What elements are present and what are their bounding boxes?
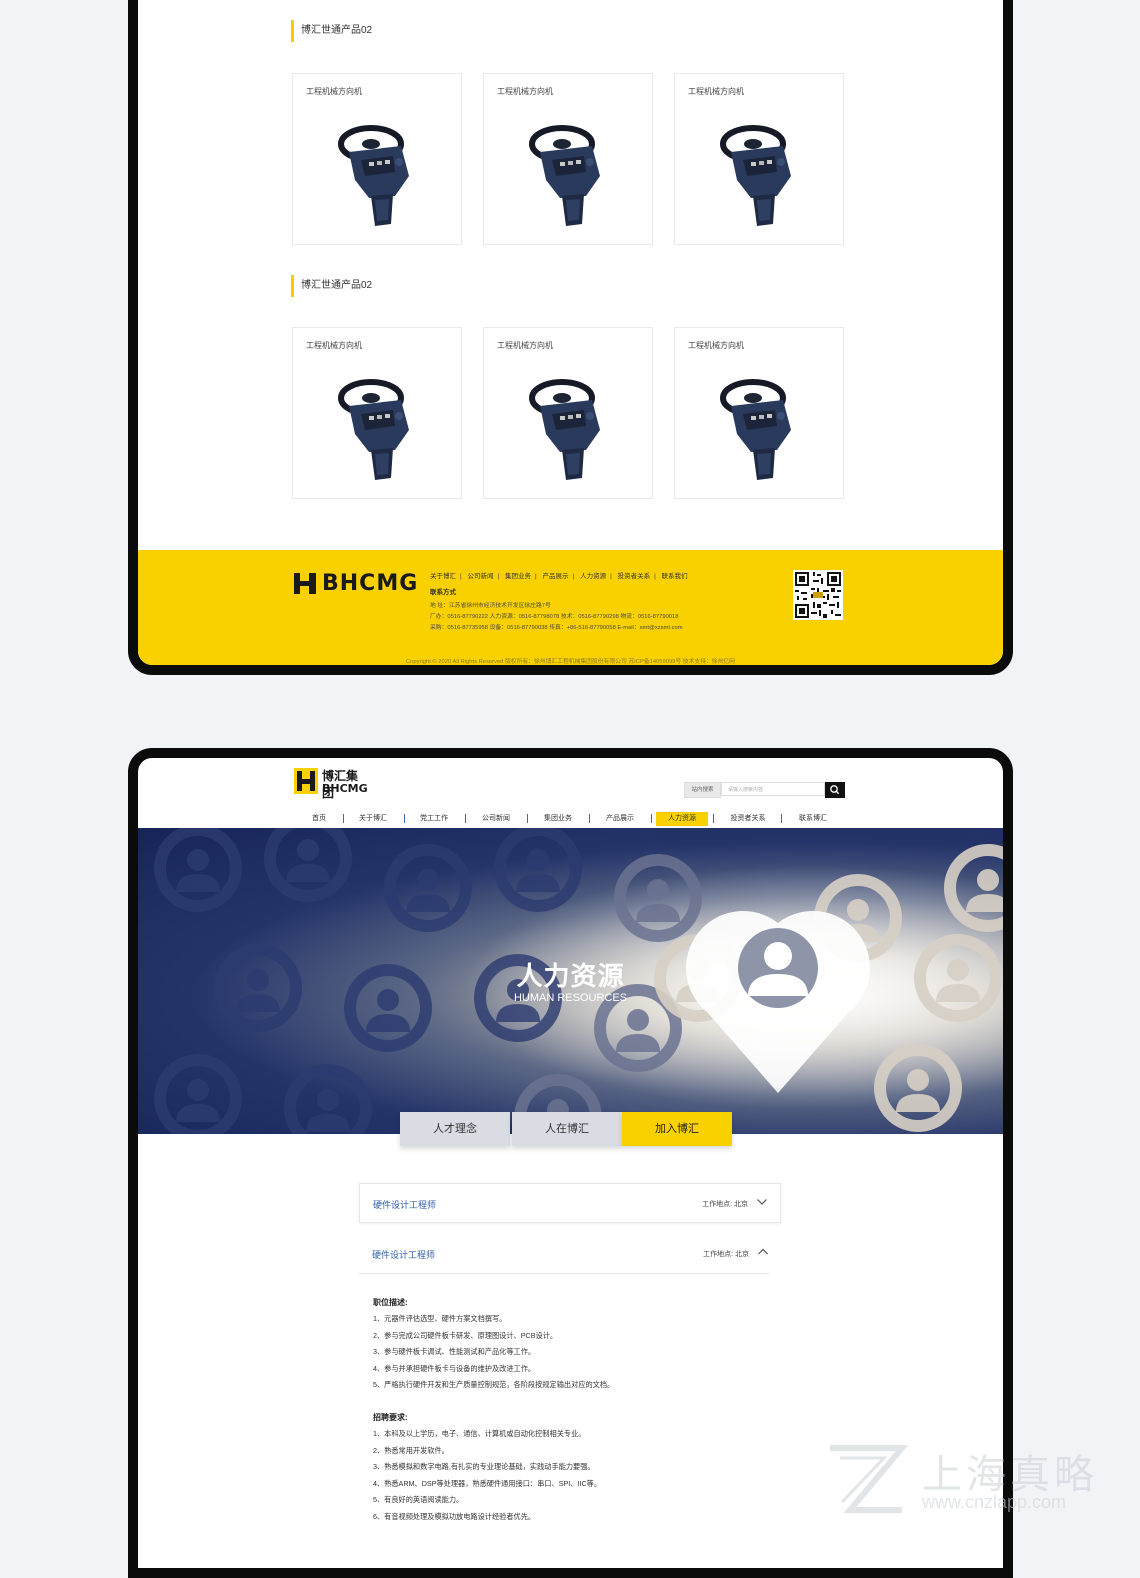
footer-copyright: Copyright © 2020 All Rights Reserved 版权所… [406,659,735,665]
duty-line: 3、参与硬件板卡调试、性能测试和产品化等工作。 [373,1347,536,1356]
steering-unit-image [529,125,600,226]
duty-line: 2、参与完成公司硬件板卡研发、原理图设计、PCB设计。 [373,1331,558,1340]
requirement-line: 4、熟悉ARM、DSP等处理器，熟悉硬件通用接口：串口、SPI、IIC等。 [373,1479,602,1488]
product-caption: 工程机械方向机 [497,87,553,96]
watermark-url: www.cnzlapp.com [922,1492,1067,1512]
nav-item-party[interactable]: 党工工作 [414,812,454,826]
product-card[interactable]: 工程机械方向机 [674,327,844,499]
footer-address: 地 址：江苏省徐州市经济技术开发区徐庄路7号 [430,603,551,609]
tab-join-bohui[interactable]: 加入博汇 [622,1112,732,1146]
job-title[interactable]: 硬件设计工程师 [373,1198,436,1211]
requirement-line: 2、熟悉常用开发软件。 [373,1446,449,1455]
steering-unit-image [338,379,409,480]
tab-life-at-bohui[interactable]: 人在博汇 [512,1112,622,1146]
product-card[interactable]: 工程机械方向机 [483,327,653,499]
qr-code-icon [793,570,843,620]
nav-item-home[interactable]: 首页 [304,812,334,826]
section-title: 博汇世通产品02 [291,20,372,42]
footer-phones: 厂办：0516-87790222 人力资源：0516-87798078 技术：0… [430,614,679,620]
footer-nav-item[interactable]: 产品展示 [543,573,569,580]
job-location: 工作地点: 北京 [702,1201,748,1208]
job-accordion-item[interactable]: 硬件设计工程师 工作地点: 北京 [359,1183,781,1223]
product-card[interactable]: 工程机械方向机 [292,327,462,499]
logo-en-text: BHCMG [322,782,368,795]
product-caption: 工程机械方向机 [497,341,553,350]
job-title[interactable]: 硬件设计工程师 [372,1248,435,1261]
bhcmg-logo-icon [292,570,318,596]
nav-item-products[interactable]: 产品展示 [600,812,640,826]
product-page-frame: 博汇世通产品02 工程机械方向机 工程机械方向机 工程机械方向机 博汇世通产品0… [128,0,1013,675]
footer-nav-item[interactable]: 公司新闻 [468,573,494,580]
duty-heading: 职位描述: [373,1298,408,1307]
product-caption: 工程机械方向机 [306,87,362,96]
product-caption: 工程机械方向机 [688,87,744,96]
duty-line: 1、元器件评估选型、硬件方案文档撰写。 [373,1314,507,1323]
section-title: 博汇世通产品02 [291,275,372,297]
chevron-up-icon[interactable] [757,1246,769,1258]
search-input[interactable]: 请输入搜索内容 [721,782,825,796]
tab-talent-philosophy[interactable]: 人才理念 [400,1112,510,1146]
product-card[interactable]: 工程机械方向机 [483,73,653,245]
watermark: 上海真略 www.cnzlapp.com [822,1440,1122,1520]
requirement-line: 1、本科及以上学历，电子、通信、计算机或自动化控制相关专业。 [373,1429,586,1438]
footer-nav-item[interactable]: 集团业务 [505,573,531,580]
nav-item-contact[interactable]: 联系博汇 [793,812,833,826]
footer-logo[interactable]: BHCMG [292,570,418,596]
duty-line: 5、严格执行硬件开发和生产质量控制规范，各阶段按规定输出对应的文档。 [373,1380,615,1389]
footer-nav-item[interactable]: 人力资源 [580,573,606,580]
product-card[interactable]: 工程机械方向机 [292,73,462,245]
footer-nav: 关于博汇 | 公司新闻 | 集团业务 | 产品展示 | 人力资源 | 投资者关系 | 联系我… [430,573,688,580]
requirement-line: 5、有良好的英语阅读能力。 [373,1495,464,1504]
nav-item-about[interactable]: 关于博汇 [353,812,393,826]
nav-item-hr[interactable]: 人力资源 [656,812,708,826]
requirement-line: 6、有音视频处理及模拟功放电路设计经验者优先。 [373,1512,536,1521]
steering-unit-image [720,379,791,480]
job-accordion-item-expanded[interactable]: 硬件设计工程师 工作地点: 北京 [359,1234,769,1274]
zl-logo-icon [830,1445,909,1513]
job-location: 工作地点: 北京 [703,1251,749,1258]
footer-contact-title: 联系方式 [430,589,456,596]
requirement-heading: 招聘要求: [373,1413,408,1422]
product-caption: 工程机械方向机 [688,341,744,350]
steering-unit-image [529,379,600,480]
footer-phones: 采购：0516-87735958 设备：0516-87790038 传真：+86… [430,625,683,631]
footer-nav-item[interactable]: 联系我们 [662,573,688,580]
nav-item-investors[interactable]: 投资者关系 [723,812,773,826]
product-caption: 工程机械方向机 [306,341,362,350]
banner-title: 人力资源 [516,961,625,991]
chevron-down-icon[interactable] [756,1196,768,1208]
requirement-line: 3、熟悉模拟和数字电路,有扎实的专业理论基础，实践动手能力要强。 [373,1462,595,1471]
steering-unit-image [338,125,409,226]
footer-nav-item[interactable]: 关于博汇 [430,573,456,580]
footer-logo-text: BHCMG [322,570,419,596]
nav-item-business[interactable]: 集团业务 [538,812,578,826]
site-logo[interactable]: 博汇集团 BHCMG [294,766,368,801]
search-button[interactable] [825,782,845,798]
main-nav: 首页 关于博汇 党工工作 公司新闻 集团业务 产品展示 人力资源 投资者关系 联… [138,810,1003,828]
footer-nav-item[interactable]: 投资者关系 [618,573,651,580]
banner-subtitle: HUMAN RESOURCES [513,992,628,1004]
nav-item-news[interactable]: 公司新闻 [476,812,516,826]
duty-line: 4、参与并承担硬件板卡与设备的维护及改进工作。 [373,1364,536,1373]
site-footer: BHCMG 关于博汇 | 公司新闻 | 集团业务 | 产品展示 | 人力资源 | 投资者关… [138,550,1003,665]
hero-banner: 人力资源 HUMAN RESOURCES [138,828,1003,1134]
search-icon [830,785,840,795]
site-search-label: 站内搜索 [684,782,721,798]
product-card[interactable]: 工程机械方向机 [674,73,844,245]
steering-unit-image [720,125,791,226]
